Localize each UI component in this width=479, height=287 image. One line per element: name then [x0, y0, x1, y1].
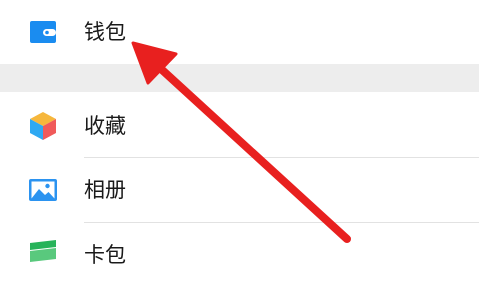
favorites-cube-icon — [27, 110, 59, 142]
menu-item-wallet[interactable]: 钱包 — [0, 0, 479, 64]
menu-item-label: 相册 — [84, 178, 126, 202]
menu-item-album[interactable]: 相册 — [0, 158, 479, 222]
menu-item-label: 钱包 — [84, 20, 126, 44]
menu-item-favorites[interactable]: 收藏 — [0, 93, 479, 157]
album-picture-icon — [27, 174, 59, 206]
wallet-icon — [27, 16, 59, 48]
card-bag-icon — [27, 239, 59, 271]
menu-item-card-bag[interactable]: 卡包 — [0, 223, 479, 287]
section-gap — [0, 64, 479, 92]
me-menu-list: 钱包 收藏 相册 卡包 — [0, 0, 479, 287]
menu-item-label: 卡包 — [84, 243, 126, 267]
menu-item-label: 收藏 — [84, 114, 126, 138]
